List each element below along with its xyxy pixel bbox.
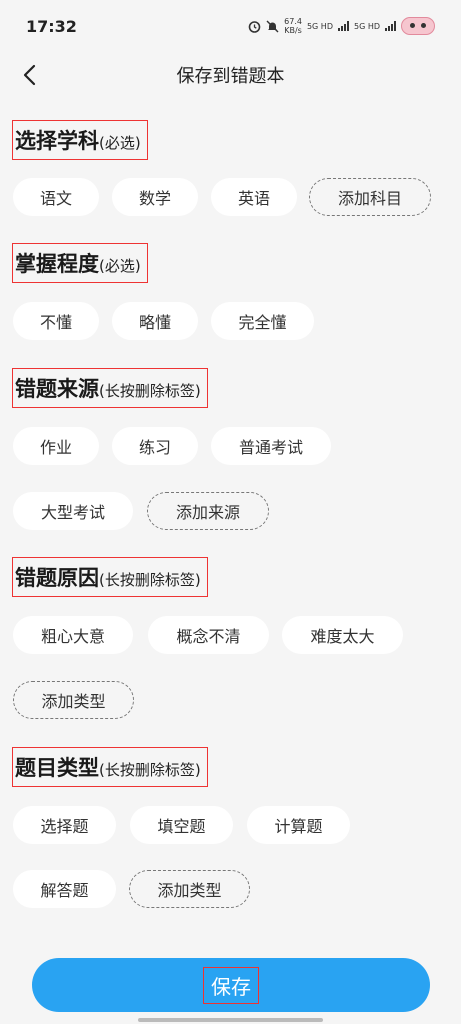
battery-icon [401, 17, 435, 35]
chip-subject-chinese[interactable]: 语文 [13, 178, 99, 216]
chip-subject-math[interactable]: 数学 [112, 178, 198, 216]
chip-qtype-fill-blank[interactable]: 填空题 [130, 806, 233, 844]
chip-subject-english[interactable]: 英语 [211, 178, 297, 216]
section-heading: 掌握程度 [15, 252, 99, 276]
add-question-type-button[interactable]: 添加类型 [129, 870, 250, 908]
chip-reason-concept[interactable]: 概念不清 [148, 616, 269, 654]
add-subject-button[interactable]: 添加科目 [309, 178, 431, 216]
add-source-button[interactable]: 添加来源 [147, 492, 269, 530]
add-reason-button[interactable]: 添加类型 [13, 681, 134, 719]
chip-reason-careless[interactable]: 粗心大意 [13, 616, 133, 654]
section-hint: (长按删除标签) [99, 761, 201, 779]
chip-qtype-calculation[interactable]: 计算题 [247, 806, 350, 844]
chip-mastery-partial[interactable]: 略懂 [112, 302, 198, 340]
status-time: 17:32 [26, 16, 77, 36]
signal-icon [385, 21, 396, 31]
chip-qtype-answer[interactable]: 解答题 [13, 870, 116, 908]
back-button[interactable] [14, 59, 46, 91]
signal-icon [337, 21, 349, 31]
section-title-question-type: 题目类型 (长按删除标签) [12, 747, 208, 787]
section-heading: 错题来源 [15, 377, 99, 401]
save-button[interactable]: 保存 [32, 958, 430, 1012]
section-hint: (必选) [99, 257, 141, 275]
section-title-subject: 选择学科 (必选) [12, 120, 148, 160]
chevron-left-icon [23, 64, 36, 86]
chip-source-major-exam[interactable]: 大型考试 [13, 492, 133, 530]
section-title-reason: 错题原因 (长按删除标签) [12, 557, 208, 597]
chip-mastery-none[interactable]: 不懂 [13, 302, 99, 340]
chip-source-practice[interactable]: 练习 [112, 427, 198, 465]
chip-source-regular-exam[interactable]: 普通考试 [211, 427, 331, 465]
section-heading: 错题原因 [15, 566, 99, 590]
nav-bar: 保存到错题本 [0, 52, 461, 98]
network-speed: 67.4 KB/s [284, 17, 302, 35]
home-indicator[interactable] [138, 1018, 323, 1022]
section-hint: (长按删除标签) [99, 382, 201, 400]
section-heading: 选择学科 [15, 129, 99, 153]
status-icons: 67.4 KB/s 5G HD 5G HD [248, 17, 435, 35]
chip-reason-difficulty[interactable]: 难度太大 [282, 616, 403, 654]
page-title: 保存到错题本 [176, 66, 285, 87]
mute-icon [266, 20, 279, 32]
chip-mastery-full[interactable]: 完全懂 [211, 302, 314, 340]
chip-qtype-choice[interactable]: 选择题 [13, 806, 116, 844]
section-heading: 题目类型 [15, 756, 99, 780]
alarm-icon [248, 20, 261, 33]
status-bar: 17:32 67.4 KB/s 5G HD 5G HD [0, 0, 461, 52]
section-title-mastery: 掌握程度 (必选) [12, 243, 148, 283]
network-type-2: 5G HD [353, 21, 380, 31]
section-hint: (长按删除标签) [99, 571, 201, 589]
save-button-label: 保存 [203, 966, 259, 1004]
section-hint: (必选) [99, 134, 141, 152]
chip-source-homework[interactable]: 作业 [13, 427, 99, 465]
network-type-1: 5G HD [306, 21, 333, 31]
section-title-source: 错题来源 (长按删除标签) [12, 368, 208, 408]
